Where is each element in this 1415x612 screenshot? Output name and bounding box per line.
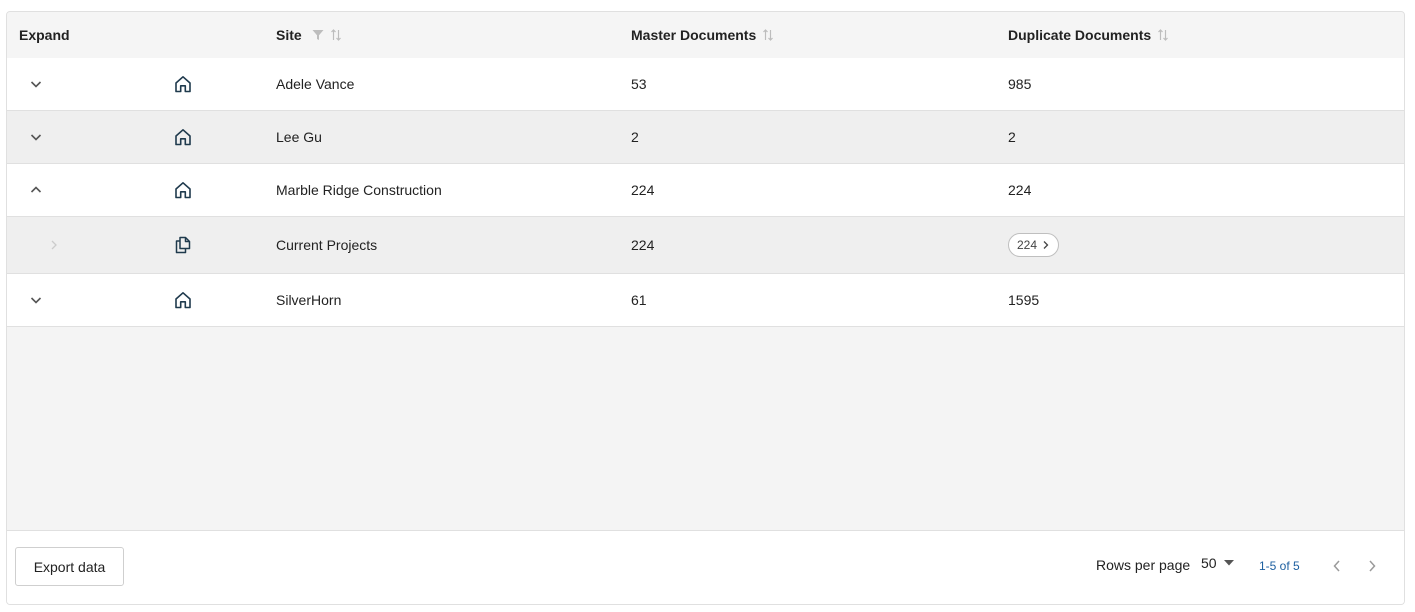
home-icon — [173, 58, 193, 110]
pagination-range: 1-5 of 5 — [1259, 559, 1300, 573]
site-name: Adele Vance — [276, 76, 355, 92]
caret-down-icon — [1223, 560, 1234, 566]
duplicate-count: 985 — [1008, 76, 1032, 92]
chevron-right-icon — [49, 217, 59, 273]
next-page-button[interactable] — [1363, 557, 1381, 575]
table-row[interactable]: Adele Vance 53 985 — [7, 58, 1404, 111]
documents-table: Expand Site Master Documents Duplicate D… — [6, 11, 1405, 605]
master-count: 2 — [631, 129, 639, 145]
header-duplicate[interactable]: Duplicate Documents — [1008, 12, 1169, 58]
filter-icon[interactable] — [312, 29, 324, 41]
chevron-down-icon[interactable] — [29, 274, 43, 326]
header-site[interactable]: Site — [276, 12, 342, 58]
previous-page-button[interactable] — [1328, 557, 1346, 575]
header-duplicate-label: Duplicate Documents — [1008, 27, 1152, 43]
duplicate-count: 224 — [1008, 182, 1032, 198]
master-count: 61 — [631, 292, 647, 308]
chevron-left-icon — [1333, 560, 1340, 572]
table-row[interactable]: SilverHorn 61 1595 — [7, 274, 1404, 327]
rows-per-page-label: Rows per page — [1096, 557, 1191, 573]
duplicate-count-cell: 224 — [1008, 217, 1060, 273]
header-master[interactable]: Master Documents — [631, 12, 774, 58]
header-expand-label: Expand — [19, 27, 70, 43]
chevron-down-icon[interactable] — [29, 111, 43, 163]
table-row-child[interactable]: Current Projects 224 224 — [7, 217, 1404, 274]
chevron-down-icon[interactable] — [29, 58, 43, 110]
home-icon — [173, 274, 193, 326]
duplicate-count-chip[interactable]: 224 — [1008, 233, 1060, 257]
table-footer: Export data Rows per page 50 1-5 of 5 — [7, 530, 1404, 604]
home-icon — [173, 111, 193, 163]
chevron-up-icon[interactable] — [29, 164, 43, 216]
export-data-button[interactable]: Export data — [15, 547, 124, 586]
site-name: Lee Gu — [276, 129, 322, 145]
table-header: Expand Site Master Documents Duplicate D… — [7, 12, 1404, 59]
chevron-right-icon — [1043, 241, 1049, 249]
sort-icon[interactable] — [330, 28, 342, 42]
site-name: SilverHorn — [276, 292, 342, 308]
duplicate-count: 2 — [1008, 129, 1016, 145]
site-name: Current Projects — [276, 237, 378, 253]
header-master-label: Master Documents — [631, 27, 757, 43]
rows-per-page-select[interactable]: 50 — [1201, 555, 1234, 571]
table-row[interactable]: Marble Ridge Construction 224 224 — [7, 164, 1404, 217]
master-count: 53 — [631, 76, 647, 92]
sort-icon[interactable] — [1157, 28, 1169, 42]
duplicate-count: 224 — [1017, 238, 1038, 252]
table-row[interactable]: Lee Gu 2 2 — [7, 111, 1404, 164]
header-site-label: Site — [276, 27, 302, 43]
chevron-right-icon — [1369, 560, 1376, 572]
master-count: 224 — [631, 182, 655, 198]
site-name: Marble Ridge Construction — [276, 182, 442, 198]
sort-icon[interactable] — [762, 28, 774, 42]
home-icon — [173, 164, 193, 216]
master-count: 224 — [631, 237, 655, 253]
header-expand: Expand — [19, 12, 70, 58]
documents-icon — [173, 217, 193, 273]
rows-per-page-value: 50 — [1201, 555, 1217, 571]
duplicate-count: 1595 — [1008, 292, 1040, 308]
